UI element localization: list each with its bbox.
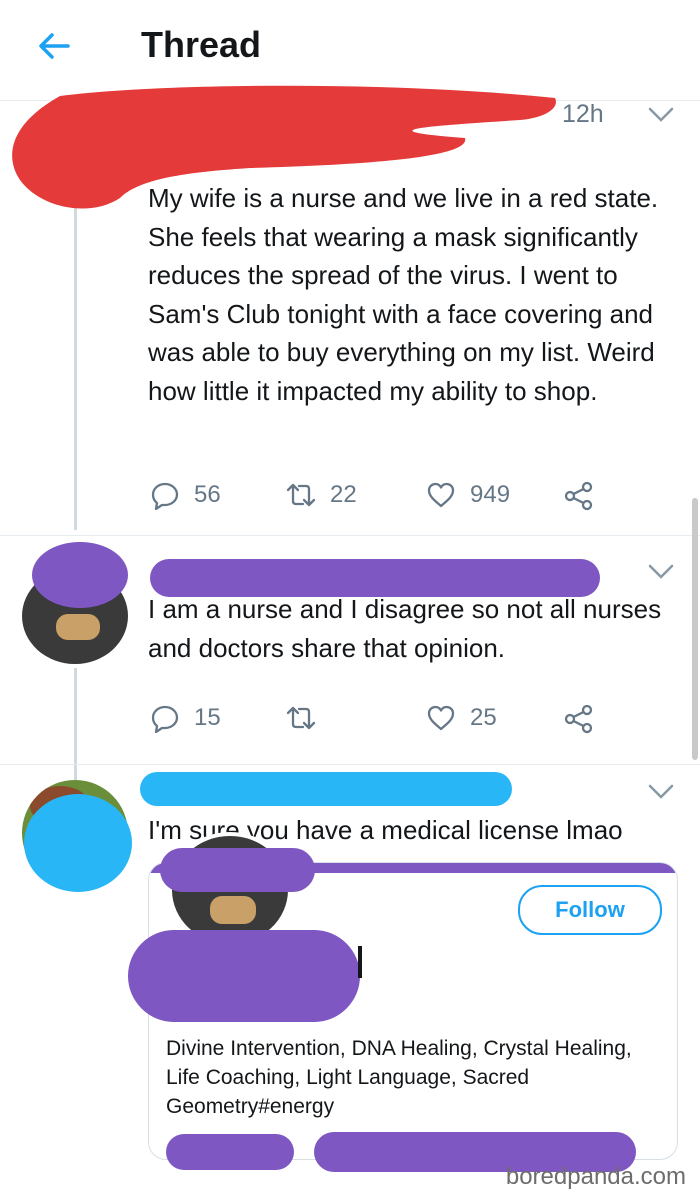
chevron-down-icon[interactable]: [648, 107, 674, 123]
reply-icon: [151, 705, 179, 733]
reply-button[interactable]: 56: [150, 480, 221, 510]
share-icon[interactable]: [564, 704, 594, 734]
like-button[interactable]: 949: [426, 480, 510, 510]
redaction-mark: [160, 848, 315, 892]
reply-icon: [151, 482, 179, 510]
retweet-count: 22: [330, 481, 357, 508]
scrollbar[interactable]: [692, 498, 698, 760]
redaction-mark: [128, 930, 360, 1022]
retweet-icon: [286, 706, 316, 730]
like-count: 949: [470, 481, 511, 508]
redaction-mark: [24, 794, 132, 892]
page-title: Thread: [141, 24, 262, 65]
redaction-mark: [166, 1134, 294, 1170]
retweet-button[interactable]: [286, 703, 316, 733]
share-icon[interactable]: [564, 481, 594, 511]
name-fragment: [358, 946, 362, 978]
chevron-down-icon[interactable]: [648, 784, 674, 800]
reply-button[interactable]: 15: [150, 703, 221, 733]
retweet-button[interactable]: 22: [286, 480, 357, 510]
reply-count: 56: [194, 481, 221, 508]
profile-bio: Divine Intervention, DNA Healing, Crysta…: [166, 1037, 632, 1118]
tweet-text: My wife is a nurse and we live in a red …: [148, 183, 659, 406]
tweet-text: I am a nurse and I disagree so not all n…: [148, 594, 662, 663]
reply-count: 15: [194, 704, 221, 731]
heart-icon: [427, 482, 455, 508]
like-count: 25: [470, 704, 497, 731]
chevron-down-icon[interactable]: [648, 564, 674, 580]
retweet-icon: [286, 483, 316, 507]
redaction-mark: [140, 772, 512, 806]
tweet-timestamp: 12h: [562, 100, 604, 128]
watermark: boredpanda.com: [505, 1163, 686, 1190]
heart-icon: [427, 705, 455, 731]
redaction-mark: [32, 542, 128, 608]
like-button[interactable]: 25: [426, 703, 497, 733]
back-arrow-icon[interactable]: [34, 26, 74, 66]
follow-button[interactable]: Follow: [518, 885, 662, 935]
